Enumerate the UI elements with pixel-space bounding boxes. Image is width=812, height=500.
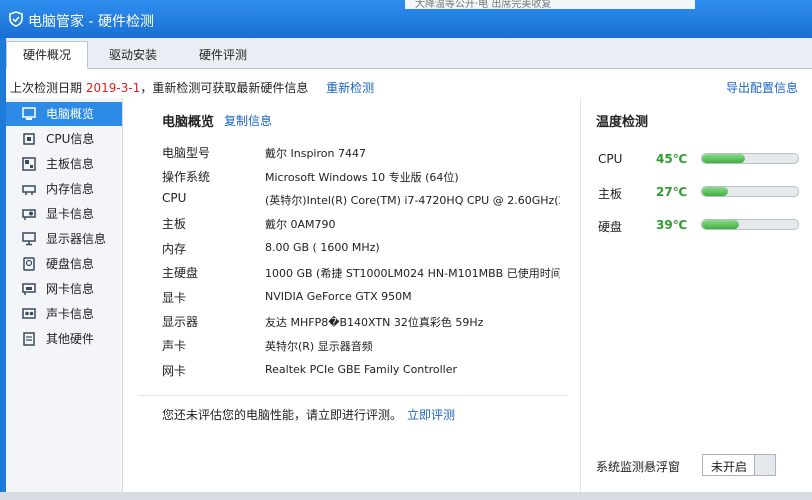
spec-value-network: Realtek PCIe GBE Family Controller bbox=[265, 363, 458, 376]
recheck-link[interactable]: 重新检测 bbox=[326, 81, 374, 95]
sidebar-item-cpu[interactable]: CPU信息 bbox=[6, 127, 122, 151]
temp-label-hard-disk: 硬盘 bbox=[598, 220, 623, 234]
network-card-icon bbox=[22, 283, 36, 295]
float-monitor-label: 系统监测悬浮窗 bbox=[596, 460, 681, 474]
temp-label-cpu: CPU bbox=[598, 152, 623, 166]
temp-bar-fill bbox=[702, 220, 740, 229]
sidebar-item-network-card[interactable]: 网卡信息 bbox=[6, 277, 122, 301]
temp-value-cpu: 45℃ bbox=[656, 152, 688, 166]
sidebar-item-motherboard[interactable]: 主板信息 bbox=[6, 152, 122, 176]
temp-label-motherboard: 主板 bbox=[598, 187, 623, 201]
sidebar: 电脑概览 CPU信息 主板信息 内存信息 显卡信息 显示器信息 硬盘信息 网卡信… bbox=[6, 98, 123, 492]
sidebar-item-computer-overview[interactable]: 电脑概览 bbox=[6, 102, 122, 126]
spec-key: 电脑型号 bbox=[162, 146, 211, 160]
spec-key: 显卡 bbox=[162, 291, 187, 305]
last-check-date: 2019-3-1 bbox=[85, 81, 141, 95]
evaluate-now-link[interactable]: 立即评测 bbox=[407, 406, 455, 423]
temp-value-hard-disk: 39℃ bbox=[656, 218, 688, 232]
sound-card-icon bbox=[22, 308, 36, 319]
sidebar-item-label: 硬盘信息 bbox=[46, 257, 95, 271]
memory-icon bbox=[22, 185, 36, 195]
last-check-info: 上次检测日期 2019-3-1，重新检测可获取最新硬件信息 重新检测 bbox=[10, 79, 374, 96]
temp-bar-cpu bbox=[701, 153, 799, 164]
sidebar-item-label: 显示器信息 bbox=[46, 232, 107, 246]
spec-key: 操作系统 bbox=[162, 170, 211, 184]
temp-bar-fill bbox=[702, 154, 746, 163]
sidebar-item-hard-disk[interactable]: 硬盘信息 bbox=[6, 252, 122, 276]
shield-logo-icon bbox=[9, 11, 23, 27]
copy-info-link[interactable]: 复制信息 bbox=[224, 112, 272, 129]
spec-key: 主板 bbox=[162, 217, 187, 231]
temp-bar-hard-disk bbox=[701, 219, 799, 230]
spec-value-model: 戴尔 Inspiron 7447 bbox=[265, 147, 366, 160]
sidebar-item-memory[interactable]: 内存信息 bbox=[6, 177, 122, 201]
spec-value-os: Microsoft Windows 10 专业版 (64位) bbox=[265, 171, 459, 184]
spec-value-graphics: NVIDIA GeForce GTX 950M bbox=[265, 290, 412, 303]
sidebar-item-label: 网卡信息 bbox=[46, 282, 95, 296]
temp-value-motherboard: 27℃ bbox=[656, 185, 688, 199]
spec-value-motherboard: 戴尔 0AM790 bbox=[265, 218, 336, 231]
temperature-title: 温度检测 bbox=[596, 115, 649, 130]
float-monitor-toggle[interactable]: 未开启 bbox=[702, 454, 776, 476]
spec-value-memory: 8.00 GB ( 1600 MHz) bbox=[265, 241, 380, 254]
other-hardware-icon bbox=[23, 332, 35, 346]
spec-value-cpu: (英特尔)Intel(R) Core(TM) i7-4720HQ CPU @ 2… bbox=[265, 194, 560, 207]
graphics-card-icon bbox=[22, 209, 36, 220]
temp-bar-motherboard bbox=[701, 186, 799, 197]
computer-icon bbox=[22, 107, 36, 120]
sidebar-item-other-hardware[interactable]: 其他硬件 bbox=[6, 327, 122, 351]
bottom-edge bbox=[0, 492, 812, 500]
spec-value-sound: 英特尔(R) 显示器音频 bbox=[265, 340, 373, 353]
sidebar-item-monitor[interactable]: 显示器信息 bbox=[6, 227, 122, 251]
sidebar-item-label: 声卡信息 bbox=[46, 307, 95, 321]
temp-bar-fill bbox=[702, 187, 728, 196]
content-area bbox=[6, 69, 812, 500]
sidebar-item-label: 内存信息 bbox=[46, 182, 95, 196]
cpu-icon bbox=[23, 133, 35, 145]
tab-hardware-overview[interactable]: 硬件概况 bbox=[6, 41, 88, 69]
sidebar-item-label: 显卡信息 bbox=[46, 207, 95, 221]
monitor-icon bbox=[22, 232, 36, 246]
sidebar-item-label: CPU信息 bbox=[46, 132, 95, 146]
spec-key: 内存 bbox=[162, 242, 187, 256]
evaluation-prompt: 您还未评估您的电脑性能，请立即进行评测。 bbox=[162, 408, 403, 422]
spec-value-monitor: 友达 MHFP8�B140XTN 32位真彩色 59Hz bbox=[265, 316, 484, 329]
spec-key: 主硬盘 bbox=[162, 266, 199, 280]
sidebar-item-sound-card[interactable]: 声卡信息 bbox=[6, 302, 122, 326]
background-window-text: 大降温等公开·电 出席完美收复 bbox=[405, 0, 695, 9]
spec-key: 显示器 bbox=[162, 315, 199, 329]
toggle-knob bbox=[754, 455, 775, 475]
spec-key: 网卡 bbox=[162, 364, 187, 378]
export-config-link[interactable]: 导出配置信息 bbox=[726, 79, 798, 96]
window-title: 电脑管家 - 硬件检测 bbox=[28, 14, 154, 30]
sidebar-item-label: 电脑概览 bbox=[46, 107, 95, 121]
section-divider bbox=[138, 395, 568, 396]
motherboard-icon bbox=[22, 157, 36, 171]
tab-hardware-benchmark[interactable]: 硬件评测 bbox=[178, 42, 268, 68]
overview-title: 电脑概览 bbox=[162, 115, 215, 130]
hard-disk-icon bbox=[23, 257, 35, 271]
last-check-suffix: ，重新检测可获取最新硬件信息 bbox=[140, 81, 309, 95]
tab-driver-install[interactable]: 驱动安装 bbox=[88, 42, 178, 68]
tab-bar: 硬件概况 驱动安装 硬件评测 bbox=[6, 38, 812, 69]
spec-key: CPU bbox=[162, 191, 187, 205]
sidebar-item-label: 其他硬件 bbox=[46, 332, 95, 346]
sidebar-item-label: 主板信息 bbox=[46, 157, 95, 171]
sidebar-item-graphics-card[interactable]: 显卡信息 bbox=[6, 202, 122, 226]
spec-key: 声卡 bbox=[162, 339, 187, 353]
spec-value-hard-disk: 1000 GB (希捷 ST1000LM024 HN-M101MBB 已使用时间… bbox=[265, 267, 560, 280]
last-check-prefix: 上次检测日期 bbox=[10, 81, 83, 95]
toggle-label: 未开启 bbox=[711, 460, 748, 474]
panel-divider bbox=[580, 98, 581, 492]
